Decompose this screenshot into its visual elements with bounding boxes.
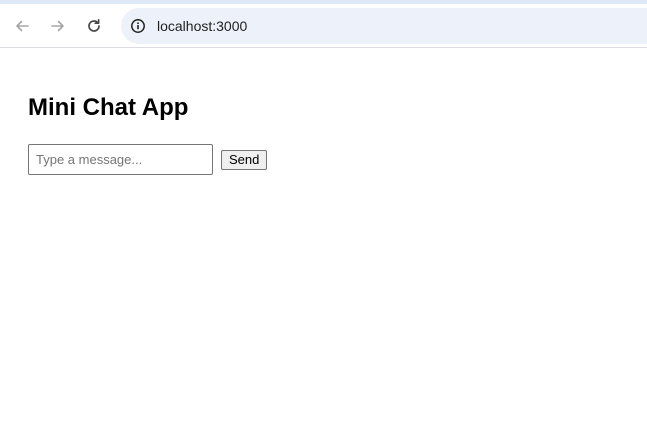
info-icon <box>131 19 145 33</box>
send-button[interactable]: Send <box>221 150 268 170</box>
page-content: Mini Chat App Send <box>0 48 647 436</box>
back-button[interactable] <box>8 12 36 40</box>
arrow-left-icon <box>16 20 29 32</box>
reload-icon <box>88 18 100 32</box>
address-bar[interactable]: localhost:3000 <box>121 8 647 44</box>
forward-button[interactable] <box>44 12 72 40</box>
page-title: Mini Chat App <box>28 94 189 121</box>
message-input[interactable] <box>28 144 213 175</box>
site-info-button[interactable] <box>123 11 153 41</box>
url-text[interactable]: localhost:3000 <box>157 18 247 34</box>
reload-button[interactable] <box>80 12 108 40</box>
browser-toolbar: localhost:3000 <box>0 0 647 48</box>
arrow-right-icon <box>51 20 64 32</box>
